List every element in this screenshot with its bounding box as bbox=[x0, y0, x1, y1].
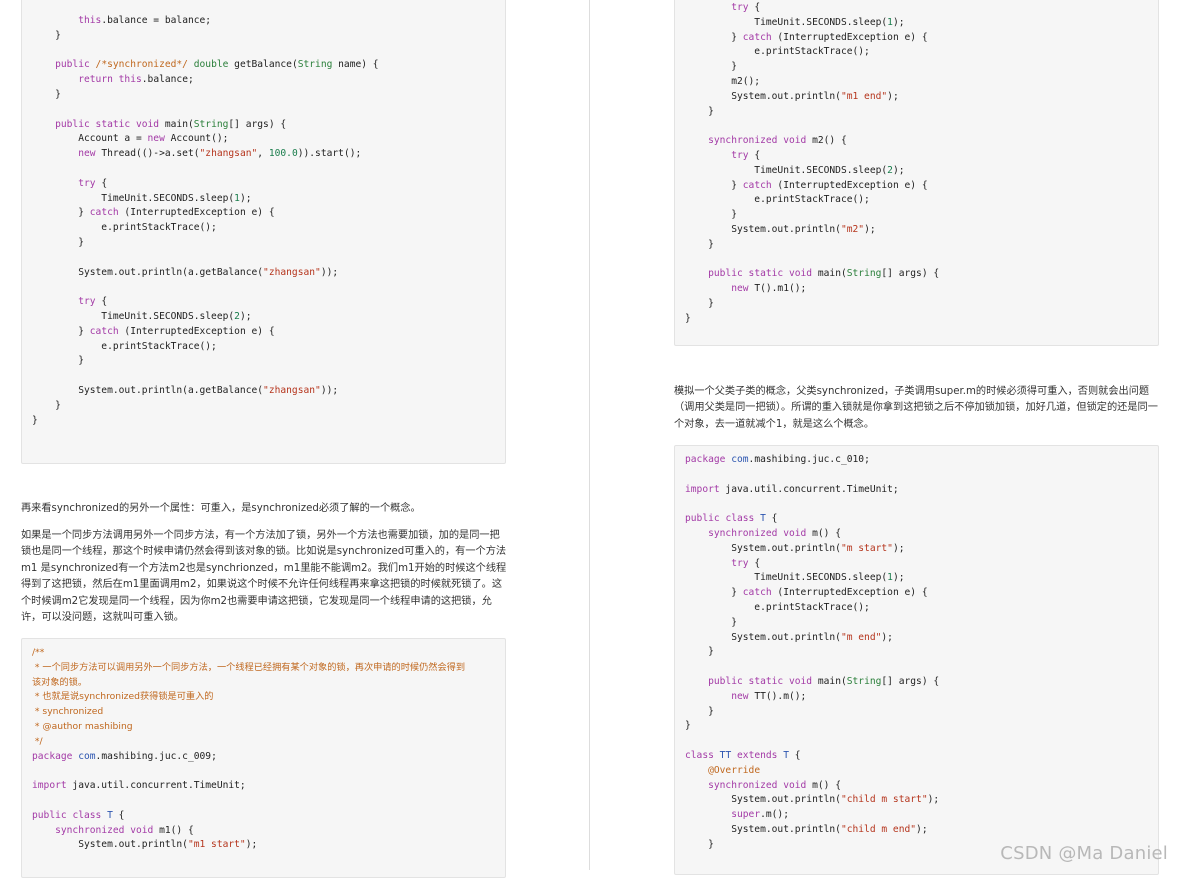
code-line: } bbox=[685, 238, 714, 250]
code-line: } bbox=[685, 61, 737, 73]
code-line: synchronized void m1() { bbox=[55, 824, 194, 836]
code-line: } catch (InterruptedException e) { bbox=[685, 179, 928, 191]
code-line: try { bbox=[731, 557, 761, 569]
code-line: } bbox=[32, 399, 61, 411]
code-line: } catch (InterruptedException e) { bbox=[32, 325, 275, 337]
code-line: } bbox=[685, 646, 714, 658]
code-line: } bbox=[685, 105, 714, 117]
paragraph-reentrant-intro: 再来看synchronized的另外一个属性：可重入，是synchronized… bbox=[21, 503, 421, 514]
code-line: } bbox=[32, 88, 61, 100]
code-line: } bbox=[32, 236, 84, 248]
code-line: super.m(); bbox=[731, 809, 789, 821]
paragraph-reentrant-explain: 如果是一个同步方法调用另外一个同步方法，有一个方法加了锁，另外一个方法也需要加锁… bbox=[21, 530, 507, 624]
code-line: } catch (InterruptedException e) { bbox=[685, 31, 928, 43]
code-line: * @author mashibing bbox=[32, 720, 133, 732]
code-line: TimeUnit.SECONDS.sleep(2); bbox=[685, 164, 905, 176]
code-line: import java.util.concurrent.TimeUnit; bbox=[32, 780, 246, 792]
code-line: Account a = new Account(); bbox=[32, 133, 229, 145]
code-line: class TT extends T { bbox=[685, 749, 801, 761]
code-block-m1-m2: try { TimeUnit.SECONDS.sleep(1); } catch… bbox=[674, 0, 1159, 346]
code-line: System.out.println("m1 start"); bbox=[32, 839, 258, 851]
code-line: e.printStackTrace(); bbox=[32, 340, 217, 352]
code-line: try { bbox=[78, 296, 108, 308]
code-line: public class T { bbox=[685, 513, 778, 525]
code-line: System.out.println(a.getBalance("zhangsa… bbox=[32, 384, 339, 396]
code-line: TimeUnit.SECONDS.sleep(2); bbox=[32, 310, 252, 322]
code-line: System.out.println("child m end"); bbox=[685, 823, 928, 835]
code-line: * 也就是说synchronized获得锁是可重入的 bbox=[32, 691, 214, 703]
paragraph-parent-child: 模拟一个父类子类的概念，父类synchronized，子类调用super.m的时… bbox=[674, 386, 1158, 430]
code-line: try { bbox=[731, 149, 761, 161]
code-line: m2(); bbox=[685, 75, 761, 87]
code-line: new Thread(()->a.set("zhangsan", 100.0))… bbox=[78, 148, 362, 160]
code-line: public class T { bbox=[32, 809, 125, 821]
code-line: new T().m1(); bbox=[731, 283, 807, 295]
code-line: } bbox=[685, 312, 691, 324]
code-line: return this.balance; bbox=[78, 74, 194, 86]
code-line: new TT().m(); bbox=[731, 690, 807, 702]
code-line: } bbox=[32, 414, 38, 426]
code-line: } bbox=[32, 29, 61, 41]
code-line: try { bbox=[731, 2, 761, 13]
code-line: @Override bbox=[708, 764, 761, 776]
code-line: * synchronized bbox=[32, 706, 104, 718]
code-line: synchronized void m() { bbox=[708, 779, 841, 791]
code-line: package com.mashibing.juc.c_009; bbox=[32, 750, 217, 762]
code-line: System.out.println(a.getBalance("zhangsa… bbox=[32, 266, 339, 278]
code-line: TimeUnit.SECONDS.sleep(1); bbox=[32, 192, 252, 204]
code-line: try { bbox=[78, 177, 108, 189]
code-line: TimeUnit.SECONDS.sleep(1); bbox=[685, 572, 905, 584]
code-line: public static void main(String[] args) { bbox=[708, 268, 940, 280]
code-line: import java.util.concurrent.TimeUnit; bbox=[685, 483, 899, 495]
code-line: public /*synchronized*/ double getBalanc… bbox=[55, 59, 379, 71]
code-line: System.out.println("m2"); bbox=[685, 223, 876, 235]
code-line: this.balance = balance; bbox=[78, 15, 212, 26]
code-line: e.printStackTrace(); bbox=[685, 46, 870, 58]
code-block-c009: /** * 一个同步方法可以调用另外一个同步方法，一个线程已经拥有某个对象的锁，… bbox=[21, 638, 506, 878]
code-line: package com.mashibing.juc.c_010; bbox=[685, 454, 870, 465]
code-line: */ bbox=[32, 735, 43, 747]
code-line: TimeUnit.SECONDS.sleep(1); bbox=[685, 16, 905, 28]
code-line: } bbox=[685, 209, 737, 221]
code-line: } catch (InterruptedException e) { bbox=[32, 207, 275, 219]
code-line: System.out.println("m1 end"); bbox=[685, 90, 899, 102]
column-divider bbox=[589, 0, 590, 870]
code-line: * 一个同步方法可以调用另外一个同步方法，一个线程已经拥有某个对象的锁，再次申请… bbox=[32, 661, 466, 673]
code-line: } bbox=[685, 705, 714, 717]
code-line: 该对象的锁。 bbox=[32, 676, 88, 688]
code-line: e.printStackTrace(); bbox=[685, 194, 870, 206]
code-line: synchronized void m2() { bbox=[708, 135, 847, 147]
code-block-c010: package com.mashibing.juc.c_010;import j… bbox=[674, 445, 1159, 875]
code-line: e.printStackTrace(); bbox=[685, 601, 870, 613]
code-line: public static void main(String[] args) { bbox=[708, 675, 940, 687]
code-block-account: this.balance = balance; } public /*synch… bbox=[21, 0, 506, 464]
code-line: } catch (InterruptedException e) { bbox=[685, 587, 928, 599]
code-line: /** bbox=[32, 647, 45, 658]
code-line: e.printStackTrace(); bbox=[32, 222, 217, 234]
code-line: System.out.println("m start"); bbox=[685, 542, 905, 554]
code-line: } bbox=[685, 297, 714, 309]
code-line: System.out.println("m end"); bbox=[685, 631, 893, 643]
code-line: } bbox=[685, 616, 737, 628]
code-line: synchronized void m() { bbox=[708, 527, 841, 539]
code-line: System.out.println("child m start"); bbox=[685, 794, 940, 806]
code-line: } bbox=[32, 355, 84, 367]
csdn-watermark: CSDN @Ma Daniel bbox=[1000, 843, 1168, 864]
code-line: public static void main(String[] args) { bbox=[55, 118, 287, 130]
code-line: } bbox=[685, 720, 691, 732]
